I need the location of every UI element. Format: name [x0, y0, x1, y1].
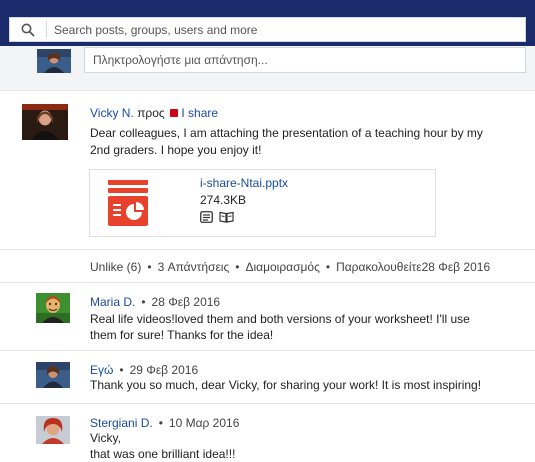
- comment-header: Maria D. • 28 Φεβ 2016: [90, 295, 220, 309]
- search-icon[interactable]: [20, 22, 36, 38]
- separator-dot: •: [235, 260, 240, 274]
- separator-dot: •: [119, 363, 124, 377]
- search-separator: [46, 21, 47, 38]
- share-button[interactable]: Διαμοιρασμός: [245, 260, 319, 274]
- reply-input[interactable]: [84, 47, 526, 73]
- separator-dot: •: [325, 260, 331, 274]
- group-icon: [170, 109, 179, 117]
- avatar[interactable]: [36, 293, 70, 323]
- post-author[interactable]: Vicky N.: [90, 106, 134, 120]
- read-icon[interactable]: [219, 211, 234, 223]
- post-text-line: Dear colleagues, I am attaching the pres…: [90, 126, 483, 140]
- comment-text-line: that was one brilliant idea!!!: [90, 447, 236, 461]
- comment-header: Stergiani D. • 10 Μαρ 2016: [90, 416, 239, 430]
- comment-text: Vicky, that was one brilliant idea!!!: [90, 430, 520, 462]
- comment-date: 29 Φεβ 2016: [129, 363, 199, 377]
- replies-link[interactable]: 3 Απάντήσεις: [158, 260, 230, 274]
- comment-text-line: Vicky,: [90, 431, 121, 445]
- divider: [0, 90, 535, 91]
- post-text: Dear colleagues, I am attaching the pres…: [90, 125, 520, 159]
- comment-text-line: Real life videos!loved them and both ver…: [90, 312, 470, 326]
- separator-dot: •: [147, 260, 152, 274]
- avatar[interactable]: [22, 104, 68, 140]
- search-input[interactable]: [54, 19, 514, 40]
- comment-author[interactable]: Stergiani D.: [90, 416, 153, 430]
- view-icon[interactable]: [200, 211, 213, 223]
- comment-header: Εγώ • 29 Φεβ 2016: [90, 363, 198, 377]
- avatar: [37, 49, 71, 73]
- comment-text-line: Thank you so much, dear Vicky, for shari…: [90, 378, 482, 392]
- unlike-button[interactable]: Unlike (6): [90, 260, 141, 274]
- follow-button[interactable]: Παρακολουθείτε: [336, 260, 422, 274]
- post-date: 28 Φεβ 2016: [421, 260, 491, 274]
- post-text-line: 2nd graders. I hope you enjoy it!: [90, 143, 262, 157]
- comment-text: Thank you so much, dear Vicky, for shari…: [90, 377, 530, 393]
- post-header: Vicky N. προς I share: [90, 106, 218, 120]
- post-actions: Unlike (6) • 3 Απάντήσεις • Διαμοιρασμός • Παρ…: [90, 260, 490, 274]
- avatar[interactable]: [36, 362, 70, 388]
- divider: [0, 249, 535, 250]
- attachment-size: 274.3KB: [200, 193, 247, 207]
- attachment-card[interactable]: i-share-Ntai.pptx 274.3KB: [89, 169, 436, 237]
- comment-author[interactable]: Εγώ: [90, 363, 113, 377]
- comment-author[interactable]: Maria D.: [90, 295, 135, 309]
- search-box[interactable]: [9, 17, 526, 42]
- attachment-filename[interactable]: i-share-Ntai.pptx: [200, 176, 288, 190]
- separator-dot: •: [141, 295, 146, 309]
- avatar[interactable]: [36, 416, 70, 444]
- divider: [0, 403, 535, 404]
- comment-date: 28 Φεβ 2016: [151, 295, 221, 309]
- separator-dot: •: [158, 416, 163, 430]
- comment-date: 10 Μαρ 2016: [168, 416, 240, 430]
- divider: [0, 350, 535, 351]
- post-to-word: προς: [137, 106, 165, 120]
- comment-text: Real life videos!loved them and both ver…: [90, 311, 520, 343]
- post-group[interactable]: I share: [181, 106, 218, 120]
- comment-text-line: them for sure! Thanks for the idea!: [90, 328, 274, 342]
- pptx-file-icon[interactable]: [108, 180, 148, 226]
- divider: [0, 282, 535, 283]
